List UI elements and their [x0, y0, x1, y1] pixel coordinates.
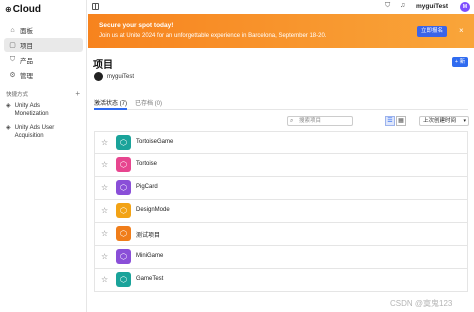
list-view-toggle[interactable]: ☰: [385, 116, 395, 126]
sidebar-item-projects[interactable]: ▢ 项目: [4, 38, 83, 52]
sidebar-item-dashboard[interactable]: ⌂ 面板: [4, 23, 83, 37]
project-icon: ⬡: [116, 226, 131, 241]
shield-icon[interactable]: ⛉: [385, 2, 390, 10]
shortcut-label: Monetization: [14, 111, 49, 117]
project-row[interactable]: ☆ ⬡ DesignMode: [94, 200, 468, 223]
sidebar-item-label: 产品: [20, 58, 33, 65]
project-tabs: 激活状态 (7) 已存档 (0): [94, 98, 468, 110]
sidebar-nav: ⌂ 面板 ▢ 项目 ⛉ 产品 ⚙ 管理: [4, 23, 83, 83]
close-icon[interactable]: ×: [459, 26, 464, 35]
search-icon: ⌕: [290, 118, 294, 124]
page-title: 项目: [93, 60, 113, 71]
project-row[interactable]: ☆ ⬡ PigCard: [94, 177, 468, 200]
user-name[interactable]: myguiTest: [416, 3, 448, 10]
banner-subtitle: Join us at Unite 2024 for an unforgettab…: [99, 33, 327, 39]
cube-icon: ◈: [6, 125, 11, 131]
grid-view-toggle[interactable]: ▦: [396, 116, 406, 126]
project-icon: ⬡: [116, 272, 131, 287]
shortcuts-header: 快捷方式 +: [6, 89, 80, 98]
project-name: GameTest: [136, 276, 164, 282]
star-icon[interactable]: ☆: [101, 275, 108, 284]
shortcut-unity-ads-monetization[interactable]: ◈ Unity Ads Monetization: [6, 102, 82, 118]
sidebar-item-label: 项目: [20, 43, 33, 50]
shortcut-label: Acquisition: [14, 133, 44, 139]
search-placeholder: 搜索项目: [299, 118, 322, 124]
project-icon: ⬡: [116, 249, 131, 264]
project-name: Tortoise: [136, 161, 158, 167]
new-project-button[interactable]: + 新: [452, 57, 468, 67]
bag-icon: ⛉: [9, 56, 16, 63]
project-row[interactable]: ☆ ⬡ 测试项目: [94, 223, 468, 246]
star-icon[interactable]: ☆: [101, 206, 108, 215]
project-name: 测试项目: [136, 233, 161, 239]
folder-icon: ▢: [9, 42, 16, 49]
gear-icon: ⚙: [9, 72, 16, 79]
logo-mark-icon: ⊕: [5, 5, 12, 14]
shortcut-label: Unity Ads User: [14, 125, 55, 131]
promo-banner: Secure your spot today! Join us at Unite…: [88, 14, 474, 48]
project-row[interactable]: ☆ ⬡ GameTest: [94, 269, 468, 292]
project-row[interactable]: ☆ ⬡ MiniGame: [94, 246, 468, 269]
main-content: 项目 + 新 myguiTest 激活状态 (7) 已存档 (0) ⌕ 搜索项目…: [88, 48, 474, 312]
org-name: myguiTest: [107, 73, 135, 80]
project-name: PigCard: [136, 184, 158, 190]
home-icon: ⌂: [10, 26, 15, 34]
project-row[interactable]: ☆ ⬡ TortoiseGame: [94, 131, 468, 154]
bell-icon[interactable]: ♫: [400, 2, 405, 9]
sidebar-item-products[interactable]: ⛉ 产品: [4, 53, 83, 67]
chevron-down-icon: ▾: [463, 118, 466, 124]
topbar: ⛉ ♫ myguiTest M: [88, 0, 474, 14]
sidebar: ⊕ Cloud ⌂ 面板 ▢ 项目 ⛉ 产品 ⚙ 管理 快捷方式 + ◈ Uni…: [0, 0, 87, 312]
banner-title: Secure your spot today!: [99, 22, 174, 29]
project-list: ☆ ⬡ TortoiseGame ☆ ⬡ Tortoise ☆ ⬡ PigCar…: [94, 131, 468, 292]
sidebar-item-label: 面板: [20, 28, 33, 35]
star-icon[interactable]: ☆: [101, 160, 108, 169]
cube-icon: ◈: [6, 103, 11, 109]
star-icon[interactable]: ☆: [101, 183, 108, 192]
sidebar-toggle-icon[interactable]: [92, 3, 99, 10]
watermark: CSDN @寞鬼123: [390, 299, 453, 308]
avatar[interactable]: M: [460, 2, 470, 12]
project-icon: ⬡: [116, 135, 131, 150]
star-icon[interactable]: ☆: [101, 138, 108, 147]
star-icon[interactable]: ☆: [101, 229, 108, 238]
project-name: MiniGame: [136, 253, 164, 259]
project-icon: ⬡: [116, 157, 131, 172]
tab-archived[interactable]: 已存档 (0): [135, 98, 162, 107]
register-button[interactable]: 立即报名: [417, 26, 448, 37]
tab-active[interactable]: 激活状态 (7): [94, 98, 128, 110]
star-icon[interactable]: ☆: [101, 252, 108, 261]
project-name: DesignMode: [136, 207, 170, 213]
sidebar-item-label: 管理: [20, 73, 33, 80]
project-icon: ⬡: [116, 180, 131, 195]
logo[interactable]: ⊕ Cloud: [5, 4, 41, 15]
project-row[interactable]: ☆ ⬡ Tortoise: [94, 154, 468, 177]
sort-select[interactable]: 上次创建时间 ▾: [419, 116, 469, 126]
sort-label: 上次创建时间: [423, 118, 457, 124]
sidebar-item-admin[interactable]: ⚙ 管理: [4, 68, 83, 82]
shortcut-unity-ads-user-acquisition[interactable]: ◈ Unity Ads User Acquisition: [6, 124, 82, 140]
org-icon: [94, 72, 103, 81]
logo-text: Cloud: [12, 4, 42, 15]
project-icon: ⬡: [116, 203, 131, 218]
search-input[interactable]: ⌕ 搜索项目: [287, 116, 353, 126]
organization: myguiTest: [94, 72, 134, 81]
add-shortcut-icon[interactable]: +: [75, 89, 80, 98]
project-name: TortoiseGame: [136, 139, 174, 145]
shortcut-label: Unity Ads: [14, 103, 40, 109]
shortcuts-title: 快捷方式: [6, 91, 29, 98]
